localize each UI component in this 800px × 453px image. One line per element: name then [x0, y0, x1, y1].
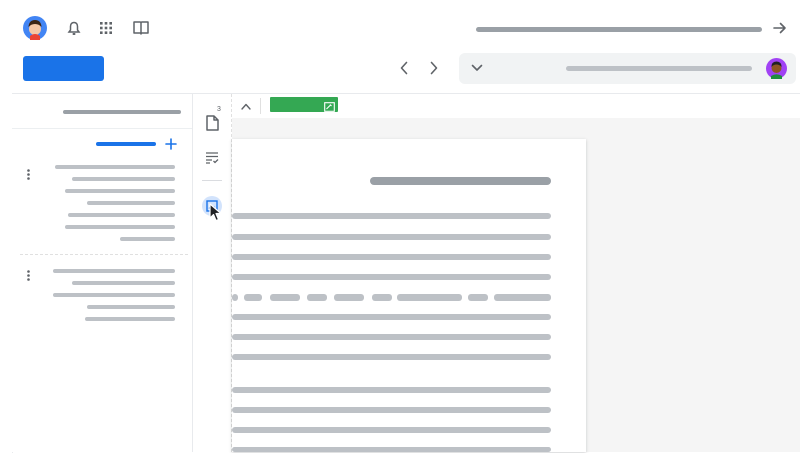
- arrow-right-icon[interactable]: [773, 21, 787, 35]
- text-line: [232, 387, 551, 393]
- left-panel-divider: [12, 128, 192, 129]
- left-panel-title-placeholder: [63, 110, 181, 114]
- document-badge: 3: [217, 106, 221, 113]
- document-icon[interactable]: [204, 114, 220, 132]
- text-line: [232, 274, 551, 280]
- user-avatar-icon[interactable]: [23, 16, 47, 40]
- list-line: [87, 305, 175, 309]
- text-line: [232, 213, 551, 219]
- list-line: [72, 177, 175, 181]
- checklist-icon[interactable]: [204, 150, 220, 164]
- text-line: [232, 427, 551, 433]
- document-heading-placeholder: [370, 177, 551, 185]
- header-title-placeholder: [476, 27, 762, 32]
- list-line: [120, 237, 175, 241]
- chevron-up-icon[interactable]: [240, 100, 252, 112]
- list-item[interactable]: [20, 264, 188, 330]
- list-item[interactable]: [20, 162, 188, 255]
- plus-icon[interactable]: [164, 137, 178, 151]
- list-line: [53, 293, 175, 297]
- list-line: [55, 165, 175, 169]
- rail-divider: [202, 180, 222, 181]
- image-edit-icon: [324, 99, 335, 112]
- dash-segment: [494, 294, 551, 301]
- book-open-icon[interactable]: [133, 20, 149, 36]
- list-line: [65, 189, 175, 193]
- app-header: [0, 0, 800, 50]
- dashed-text-line: [232, 294, 551, 301]
- dash-segment: [372, 294, 392, 301]
- chevron-right-icon[interactable]: [427, 60, 441, 76]
- add-item-link-placeholder[interactable]: [96, 142, 156, 146]
- text-line: [232, 254, 551, 260]
- more-vert-icon[interactable]: [26, 269, 30, 281]
- side-rail: 3: [193, 94, 232, 452]
- chevron-down-icon[interactable]: [469, 61, 485, 75]
- mouse-cursor-icon: [209, 203, 223, 223]
- document-subtoolbar: [232, 94, 800, 119]
- text-line: [232, 314, 551, 320]
- text-line: [232, 234, 551, 240]
- dash-segment: [307, 294, 327, 301]
- highlight-tag[interactable]: [270, 97, 338, 112]
- more-vert-icon[interactable]: [26, 168, 30, 180]
- search-bar[interactable]: [459, 53, 796, 84]
- dash-segment: [232, 294, 238, 301]
- bell-icon[interactable]: [66, 20, 82, 36]
- primary-button[interactable]: [23, 56, 104, 81]
- list-line: [85, 317, 175, 321]
- search-text-placeholder: [566, 66, 752, 71]
- dash-segment: [244, 294, 262, 301]
- list-line: [72, 281, 175, 285]
- account-avatar-icon[interactable]: [766, 58, 787, 79]
- text-line: [232, 407, 551, 413]
- dash-segment: [334, 294, 364, 301]
- list-line: [65, 225, 175, 229]
- subtoolbar-divider: [260, 98, 261, 114]
- text-line: [232, 334, 551, 340]
- dash-segment: [468, 294, 488, 301]
- left-panel: [12, 94, 193, 452]
- chevron-left-icon[interactable]: [397, 60, 411, 76]
- list-line: [53, 269, 175, 273]
- dash-segment: [397, 294, 462, 301]
- apps-grid-icon[interactable]: [100, 22, 112, 34]
- list-line: [87, 201, 175, 205]
- text-line: [232, 447, 551, 452]
- dash-segment: [270, 294, 300, 301]
- document-page: [232, 139, 586, 452]
- list-line: [68, 213, 175, 217]
- text-line: [232, 354, 551, 360]
